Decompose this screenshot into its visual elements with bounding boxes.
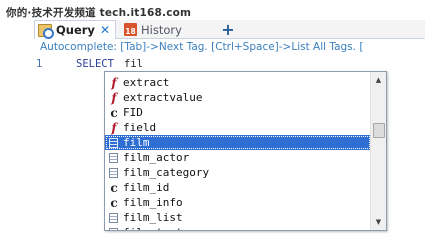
autocomplete-hint: Autocomplete: [Tab]->Next Tag. [Ctrl+Spa… xyxy=(40,41,364,53)
autocomplete-item[interactable]: f extract xyxy=(105,75,371,90)
autocomplete-item-label: film_info xyxy=(123,196,183,209)
autocomplete-list[interactable]: f extract f extractvalue c FID f field film film_… xyxy=(105,72,371,230)
column-icon: c xyxy=(110,180,118,195)
popup-scrollbar[interactable]: ▲ ▼ xyxy=(370,72,386,230)
autocomplete-item[interactable]: f extractvalue xyxy=(105,90,371,105)
scroll-up-arrow-icon[interactable]: ▲ xyxy=(371,73,386,87)
autocomplete-item[interactable]: f field xyxy=(105,120,371,135)
autocomplete-item-label: film_category xyxy=(123,166,210,179)
autocomplete-item[interactable]: film_text xyxy=(105,225,371,230)
function-icon: f xyxy=(111,75,117,90)
query-icon xyxy=(38,23,54,39)
table-icon xyxy=(109,227,118,230)
autocomplete-item-label: film_actor xyxy=(123,151,190,164)
close-tab-icon[interactable]: ✕ xyxy=(100,24,110,36)
autocomplete-item[interactable]: c film_id xyxy=(105,180,371,195)
scroll-thumb[interactable] xyxy=(373,123,385,138)
table-icon xyxy=(109,167,118,178)
autocomplete-item[interactable]: film_list xyxy=(105,210,371,225)
table-icon xyxy=(109,152,118,163)
add-tab-button[interactable]: + xyxy=(220,20,236,39)
autocomplete-item-label: film_list xyxy=(123,211,183,224)
screenshot-root: 你的·技术开发频道 tech.it168.com Query ✕ 18 Hist… xyxy=(0,0,425,242)
column-icon: c xyxy=(110,105,118,120)
autocomplete-item[interactable]: c FID xyxy=(105,105,371,120)
autocomplete-item[interactable]: film_category xyxy=(105,165,371,180)
autocomplete-item-label: film_id xyxy=(123,181,170,194)
autocomplete-item-label: FID xyxy=(123,106,143,119)
tab-query-label: Query xyxy=(56,23,95,37)
tab-history[interactable]: 18 History xyxy=(122,20,206,39)
autocomplete-item-label: film_text xyxy=(123,226,183,230)
table-icon xyxy=(109,212,118,223)
typed-text: fil xyxy=(124,58,143,70)
tab-query[interactable]: Query ✕ xyxy=(34,20,116,39)
autocomplete-item-label: extract xyxy=(123,76,170,89)
sql-keyword: SELECT xyxy=(76,58,114,70)
watermark: 你的·技术开发频道 tech.it168.com xyxy=(6,7,192,19)
autocomplete-item[interactable]: film xyxy=(105,135,371,150)
scroll-down-arrow-icon[interactable]: ▼ xyxy=(371,215,386,229)
function-icon: f xyxy=(111,120,117,135)
line-number: 1 xyxy=(36,58,43,70)
autocomplete-item[interactable]: c film_info xyxy=(105,195,371,210)
code-line[interactable]: 1 SELECT fil xyxy=(34,58,425,72)
autocomplete-item-label: film xyxy=(123,136,150,149)
autocomplete-item-label: extractvalue xyxy=(123,91,203,104)
tab-history-label: History xyxy=(141,22,182,37)
tab-strip: Query ✕ 18 History + xyxy=(34,20,425,39)
autocomplete-popup[interactable]: f extract f extractvalue c FID f field film film_… xyxy=(104,71,387,231)
calendar-icon: 18 xyxy=(124,23,137,36)
function-icon: f xyxy=(111,90,117,105)
column-icon: c xyxy=(110,195,118,210)
table-icon xyxy=(109,137,118,148)
autocomplete-item-label: field xyxy=(123,121,157,134)
autocomplete-item[interactable]: film_actor xyxy=(105,150,371,165)
